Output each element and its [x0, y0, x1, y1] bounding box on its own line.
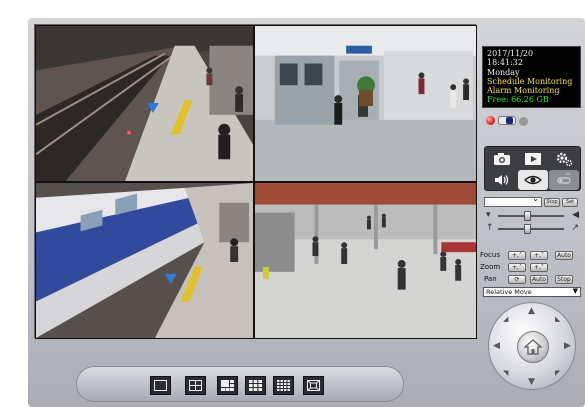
record-toggle[interactable]	[486, 116, 530, 126]
layout-4x4-button[interactable]	[273, 376, 294, 395]
eye-icon	[524, 175, 542, 185]
home-icon	[524, 339, 542, 355]
dio-icon	[557, 173, 571, 184]
nvr-monitor-app: 2017/11/20 18:41:32 Monday Schedule Moni…	[0, 0, 585, 407]
camera-4-image	[255, 183, 476, 338]
camera-view-3[interactable]	[35, 182, 254, 339]
preset-stop-button[interactable]: Stop	[544, 198, 560, 207]
gear-icon	[556, 152, 573, 166]
camera-icon	[494, 153, 510, 165]
pan-rotate-button[interactable]: ⟳	[508, 275, 526, 284]
ptz-home-button[interactable]	[517, 331, 549, 363]
pan-right-arrow-icon[interactable]: ▶	[564, 341, 571, 351]
pan-down-arrow-icon[interactable]: ▼	[528, 377, 535, 387]
layout-single-icon	[154, 380, 167, 391]
layout-3x3-button[interactable]	[245, 376, 266, 395]
run-icon: ↗	[571, 223, 579, 233]
pan-auto-button[interactable]: Auto	[530, 275, 548, 284]
speed-slider[interactable]: ↑ ↗	[484, 223, 581, 235]
preset-dropdown[interactable]	[484, 194, 542, 207]
pan-up-arrow-icon[interactable]: ▲	[528, 306, 535, 316]
layout-1x1-button[interactable]	[150, 376, 171, 395]
pan-up-right-arrow-icon[interactable]: ◣	[555, 315, 560, 323]
video-grid	[34, 24, 477, 339]
status-schedule: Schedule Monitoring	[487, 76, 573, 86]
camera-view-1[interactable]	[35, 25, 254, 182]
focus-far-button[interactable]: +,˅	[530, 251, 548, 260]
status-date: 2017/11/20	[487, 49, 534, 58]
settings-button[interactable]	[549, 149, 579, 169]
speaker-icon	[495, 175, 509, 185]
pan-row: Pan ⟳ Auto Stop	[478, 275, 581, 285]
layout-sixteen-icon	[277, 380, 290, 391]
focus-near-button[interactable]: +,˄	[508, 251, 526, 260]
snapshot-button[interactable]	[487, 149, 517, 169]
camera-1-image	[36, 26, 253, 181]
preset-set-button[interactable]: Set	[562, 198, 578, 207]
pan-stop-button[interactable]: Stop	[555, 275, 573, 284]
record-icon	[525, 153, 541, 165]
status-weekday: Monday	[487, 67, 520, 77]
layout-quad-icon	[189, 380, 202, 391]
camera-3-image	[36, 183, 253, 338]
volume-slider[interactable]: ▾ ◀	[484, 210, 581, 222]
status-free-space: Free: 66.26 GB	[487, 95, 549, 105]
zoom-row: Zoom +,˄ +,˅	[478, 263, 581, 273]
volume-thumb[interactable]	[524, 211, 532, 221]
move-mode-dropdown[interactable]: Relative Move ▼	[483, 287, 581, 297]
audio-button[interactable]	[487, 170, 517, 190]
camera-2-image	[255, 26, 476, 181]
status-led-icon	[519, 117, 528, 126]
move-mode-value: Relative Move	[486, 288, 532, 296]
focus-row: Focus +,˄ +,˅ Auto	[478, 251, 581, 261]
tool-panel	[484, 146, 581, 191]
dio-button[interactable]	[549, 170, 579, 190]
pan-down-right-arrow-icon[interactable]: ◤	[555, 369, 560, 377]
chevron-down-icon: ▼	[572, 287, 578, 295]
focus-auto-button[interactable]: Auto	[555, 251, 573, 260]
preset-row: Stop Set	[484, 194, 581, 208]
pan-down-left-arrow-icon[interactable]: ◥	[503, 369, 508, 377]
record-button[interactable]	[518, 149, 548, 169]
pan-label: Pan	[484, 275, 497, 283]
fullscreen-icon	[307, 380, 320, 391]
zoom-label: Zoom	[480, 263, 501, 271]
status-time: 18:41:32	[487, 58, 523, 68]
walk-icon: ↑	[486, 223, 494, 233]
volume-high-icon: ◀	[572, 210, 579, 220]
pan-left-arrow-icon[interactable]: ◀	[493, 341, 500, 351]
layout-1plus5-button[interactable]	[217, 376, 238, 395]
toggle-knob-icon	[506, 117, 513, 124]
record-led-icon	[486, 116, 495, 125]
zoom-in-button[interactable]: +,˄	[508, 263, 526, 272]
status-alarm: Alarm Monitoring	[487, 86, 560, 96]
speed-thumb[interactable]	[524, 224, 532, 234]
layout-fullscreen-button[interactable]	[303, 376, 324, 395]
layout-one-plus-five-icon	[221, 380, 234, 391]
view-button[interactable]	[518, 170, 548, 190]
volume-low-icon: ▾	[486, 210, 491, 220]
camera-view-4[interactable]	[254, 182, 477, 339]
layout-nine-icon	[249, 380, 262, 391]
layout-2x2-button[interactable]	[185, 376, 206, 395]
layout-bar	[76, 366, 404, 402]
camera-view-2[interactable]	[254, 25, 477, 182]
ptz-direction-pad[interactable]: ▲ ▼ ◀ ▶ ◢ ◣ ◥ ◤	[488, 302, 576, 390]
pan-up-left-arrow-icon[interactable]: ◢	[503, 315, 508, 323]
focus-label: Focus	[480, 251, 500, 259]
status-panel: 2017/11/20 18:41:32 Monday Schedule Moni…	[482, 46, 581, 108]
zoom-out-button[interactable]: +,˅	[530, 263, 548, 272]
